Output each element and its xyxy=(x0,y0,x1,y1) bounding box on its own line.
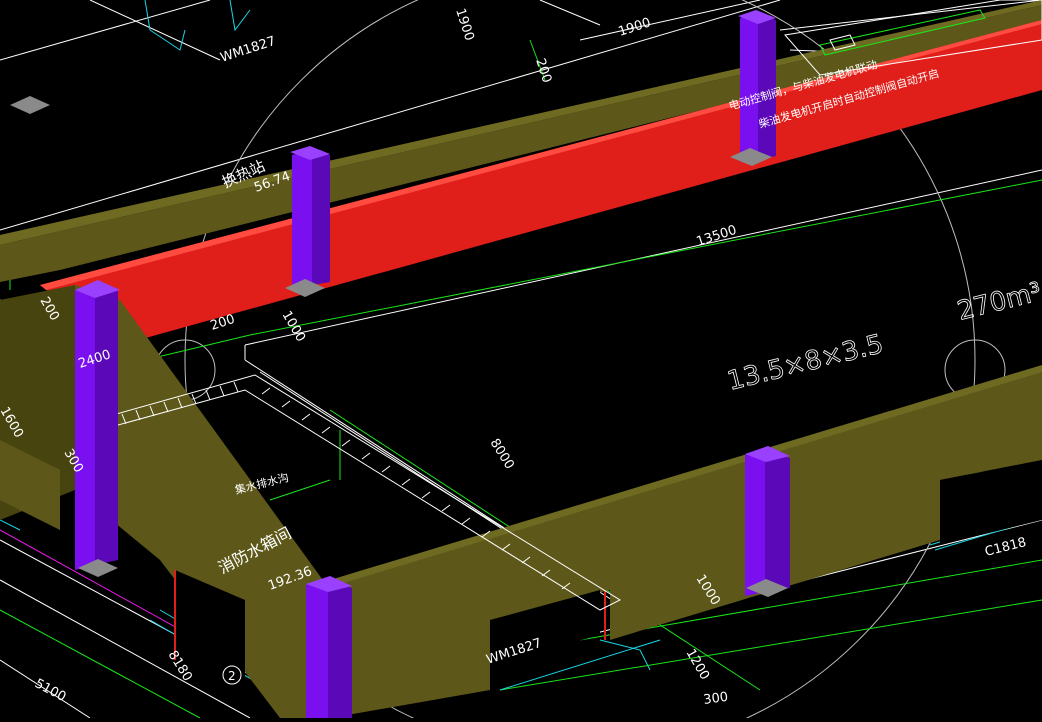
label-axis-2: 2 xyxy=(228,669,236,683)
column-front-bottom xyxy=(306,576,352,718)
column-right-bottom xyxy=(745,446,790,596)
cad-3d-viewport[interactable]: WM1827 1900 1900 200 电动控制阀，与柴油发电机联动 柴油发电… xyxy=(0,0,1042,722)
column-left-front xyxy=(75,280,120,570)
cad-model-canvas[interactable]: WM1827 1900 1900 200 电动控制阀，与柴油发电机联动 柴油发电… xyxy=(0,0,1042,722)
column-mid-top xyxy=(290,146,330,290)
column-right-top xyxy=(738,10,776,162)
